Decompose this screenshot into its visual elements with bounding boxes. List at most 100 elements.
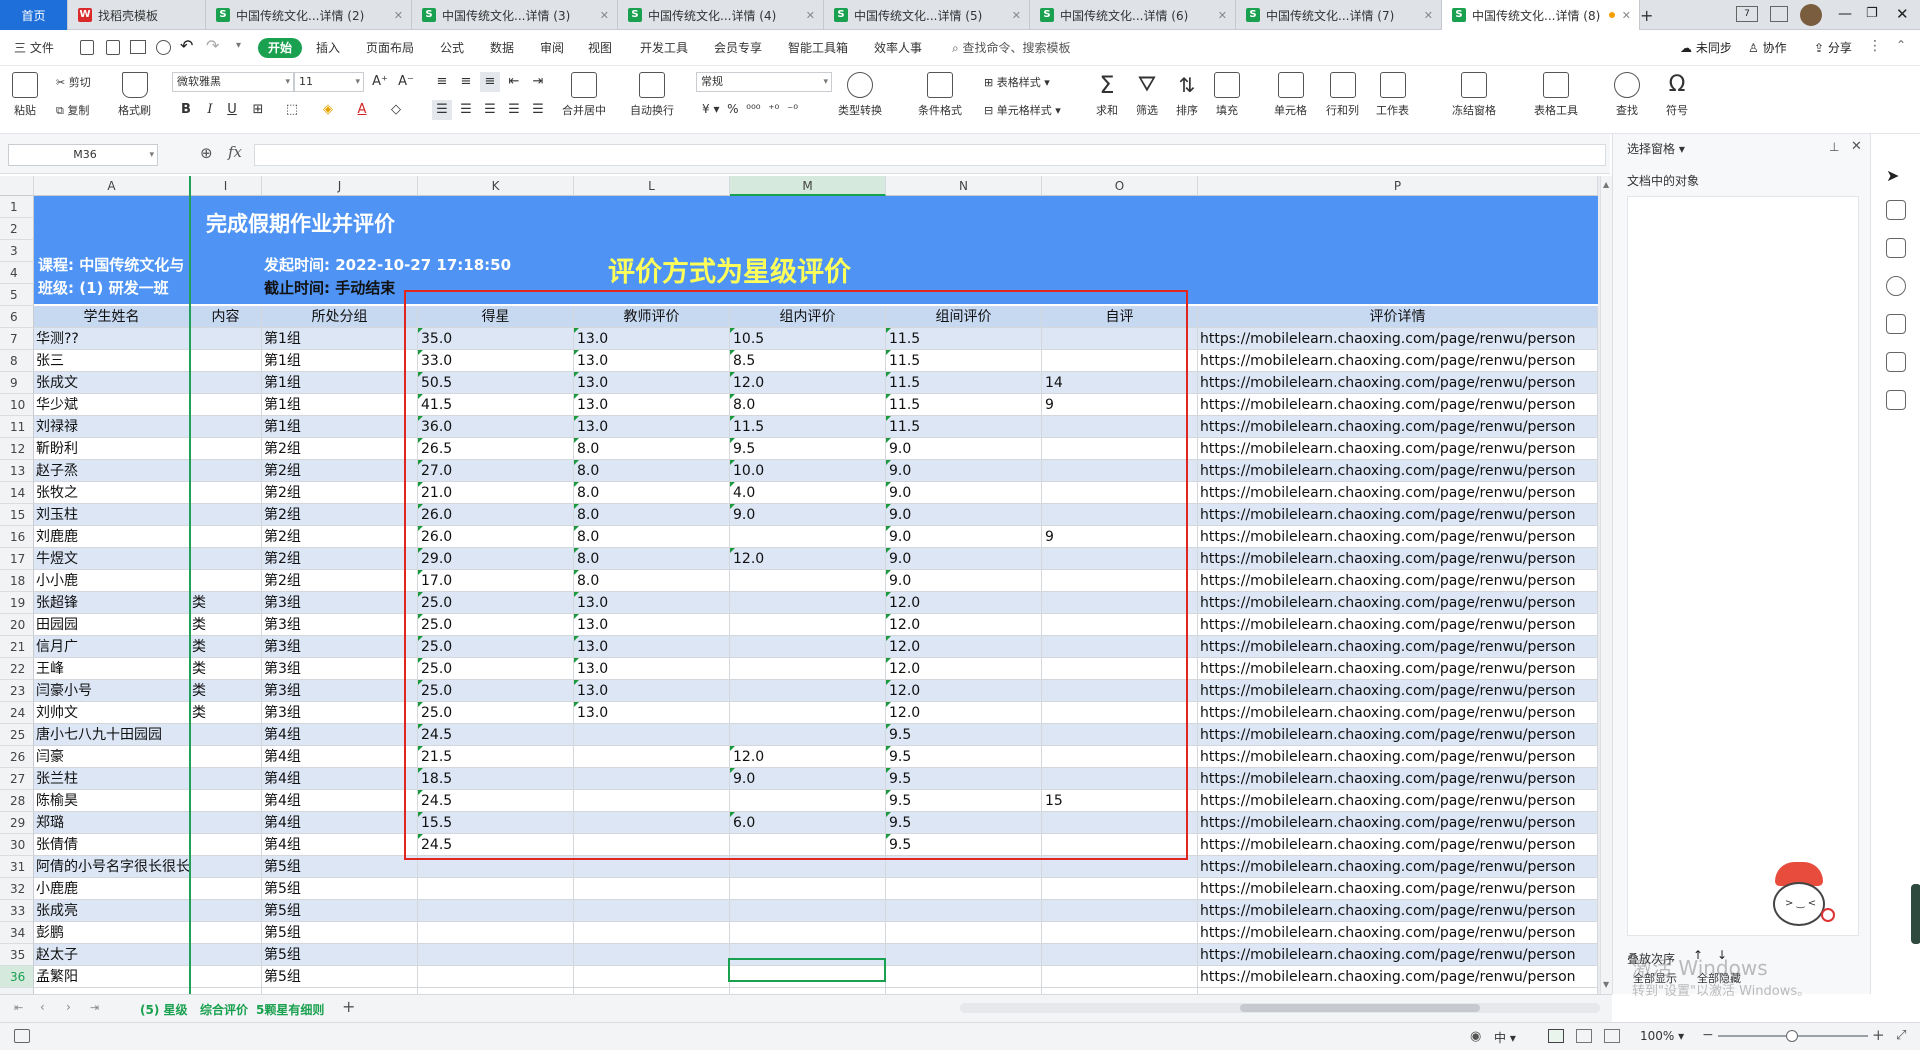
help-icon[interactable]	[1886, 276, 1906, 296]
teacher-eval-cell[interactable]	[574, 900, 730, 922]
detail-link-cell[interactable]: https://mobilelearn.chaoxing.com/page/re…	[1198, 878, 1598, 900]
content-cell[interactable]	[190, 878, 262, 900]
row-header[interactable]: 25	[0, 724, 34, 746]
in-group-eval-cell[interactable]	[730, 900, 886, 922]
detail-link-cell[interactable]: https://mobilelearn.chaoxing.com/page/re…	[1198, 526, 1598, 548]
student-name-cell[interactable]: 张兰柱	[34, 768, 190, 790]
teacher-eval-cell[interactable]	[574, 944, 730, 966]
header-cell-P[interactable]: 评价详情	[1198, 306, 1598, 328]
detail-link-cell[interactable]: https://mobilelearn.chaoxing.com/page/re…	[1198, 614, 1598, 636]
menu-7[interactable]: 开发工具	[640, 38, 688, 58]
detail-link-cell[interactable]: https://mobilelearn.chaoxing.com/page/re…	[1198, 372, 1598, 394]
detail-link-cell[interactable]: https://mobilelearn.chaoxing.com/page/re…	[1198, 658, 1598, 680]
row-header[interactable]: 15	[0, 504, 34, 526]
group-cell[interactable]: 第5组	[262, 944, 418, 966]
student-name-cell[interactable]: 郑璐	[34, 812, 190, 834]
column-header-A[interactable]: A	[34, 176, 190, 196]
more-icon[interactable]: ▾	[236, 40, 241, 51]
sheet-tab-stars[interactable]: (5) 星级	[140, 1001, 188, 1018]
copy-button[interactable]: ⧉ 复制	[56, 102, 89, 118]
sync-status[interactable]: ☁ 未同步	[1680, 38, 1732, 58]
self-eval-cell[interactable]	[1042, 900, 1198, 922]
content-cell[interactable]	[190, 944, 262, 966]
group-cell[interactable]: 第2组	[262, 548, 418, 570]
export-icon[interactable]	[106, 40, 120, 55]
group-cell[interactable]: 第3组	[262, 592, 418, 614]
stars-cell[interactable]	[418, 966, 574, 988]
group-cell[interactable]: 第2组	[262, 460, 418, 482]
student-name-cell[interactable]: 张倩倩	[34, 834, 190, 856]
underline-icon[interactable]: U	[222, 100, 242, 120]
image-icon[interactable]	[1886, 314, 1906, 334]
column-header-J[interactable]: J	[262, 176, 418, 196]
row-header[interactable]: 12	[0, 438, 34, 460]
group-cell[interactable]: 第5组	[262, 922, 418, 944]
stars-cell[interactable]	[418, 922, 574, 944]
row-header[interactable]: 6	[0, 306, 34, 328]
menu-10[interactable]: 效率人事	[874, 38, 922, 58]
zoom-formula-icon[interactable]: ⊕	[200, 144, 213, 162]
align-top-icon[interactable]: ≡	[432, 72, 452, 92]
detail-link-cell[interactable]: https://mobilelearn.chaoxing.com/page/re…	[1198, 460, 1598, 482]
row-header[interactable]: 14	[0, 482, 34, 504]
student-name-cell[interactable]: 赵子烝	[34, 460, 190, 482]
menu-1[interactable]: 插入	[316, 38, 340, 58]
new-tab-button[interactable]: +	[1640, 6, 1653, 25]
zoom-slider[interactable]	[1718, 1030, 1868, 1042]
undo-icon[interactable]: ↶	[180, 36, 193, 55]
worksheet-button[interactable]: 工作表	[1376, 72, 1409, 118]
student-name-cell[interactable]: 信月广	[34, 636, 190, 658]
student-name-cell[interactable]: 张超锋	[34, 592, 190, 614]
doc-tab[interactable]: S 中国传统文化...详情 (2) ✕	[206, 0, 412, 30]
student-name-cell[interactable]: 刘鹿鹿	[34, 526, 190, 548]
detail-link-cell[interactable]: https://mobilelearn.chaoxing.com/page/re…	[1198, 548, 1598, 570]
cell-style-button[interactable]: ⊟ 单元格样式 ▾	[984, 102, 1061, 118]
student-name-cell[interactable]: 靳盼利	[34, 438, 190, 460]
row-header[interactable]: 2	[0, 218, 34, 240]
fill-button[interactable]: 填充	[1214, 72, 1240, 118]
detail-link-cell[interactable]: https://mobilelearn.chaoxing.com/page/re…	[1198, 790, 1598, 812]
column-header-K[interactable]: K	[418, 176, 574, 196]
row-header[interactable]: 32	[0, 878, 34, 900]
content-cell[interactable]: 类	[190, 658, 262, 680]
doc-tab[interactable]: S 中国传统文化...详情 (7) ✕	[1236, 0, 1442, 30]
student-name-cell[interactable]: 张牧之	[34, 482, 190, 504]
erase-style-icon[interactable]: ⬚	[282, 100, 302, 120]
header-cell-A[interactable]: 学生姓名	[34, 306, 190, 328]
font-color-icon[interactable]: A	[352, 100, 372, 120]
content-cell[interactable]	[190, 834, 262, 856]
close-tab-icon[interactable]: ✕	[1218, 9, 1227, 22]
content-cell[interactable]	[190, 482, 262, 504]
student-name-cell[interactable]: 刘玉柱	[34, 504, 190, 526]
group-cell[interactable]: 第4组	[262, 724, 418, 746]
command-search[interactable]: ⌕ 查找命令、搜索模板	[952, 38, 1071, 58]
in-group-eval-cell[interactable]	[730, 922, 886, 944]
bold-icon[interactable]: B	[176, 100, 196, 120]
pane-title[interactable]: 选择窗格 ▾	[1627, 140, 1685, 157]
student-name-cell[interactable]: 牛煜文	[34, 548, 190, 570]
group-cell[interactable]: 第3组	[262, 680, 418, 702]
group-cell[interactable]: 第1组	[262, 328, 418, 350]
filter-button[interactable]: ⛛ 筛选	[1134, 72, 1160, 118]
detail-link-cell[interactable]: https://mobilelearn.chaoxing.com/page/re…	[1198, 900, 1598, 922]
menu-4[interactable]: 数据	[490, 38, 514, 58]
preview-icon[interactable]	[156, 40, 171, 55]
cross-group-eval-cell[interactable]	[886, 966, 1042, 988]
group-cell[interactable]: 第2组	[262, 438, 418, 460]
doc-tab[interactable]: S 中国传统文化...详情 (5) ✕	[824, 0, 1030, 30]
content-cell[interactable]	[190, 460, 262, 482]
sheet-tab-rules[interactable]: 5颗星有细则	[256, 1001, 324, 1018]
student-name-cell[interactable]: 张三	[34, 350, 190, 372]
student-name-cell[interactable]: 小小鹿	[34, 570, 190, 592]
selected-cell[interactable]	[728, 958, 886, 982]
row-header[interactable]: 1	[0, 196, 34, 218]
row-header[interactable]: 13	[0, 460, 34, 482]
group-cell[interactable]: 第4组	[262, 812, 418, 834]
content-cell[interactable]	[190, 966, 262, 988]
group-cell[interactable]: 第1组	[262, 394, 418, 416]
close-tab-icon[interactable]: ✕	[1424, 9, 1433, 22]
content-cell[interactable]	[190, 350, 262, 372]
student-name-cell[interactable]: 王峰	[34, 658, 190, 680]
detail-link-cell[interactable]: https://mobilelearn.chaoxing.com/page/re…	[1198, 482, 1598, 504]
content-cell[interactable]	[190, 856, 262, 878]
